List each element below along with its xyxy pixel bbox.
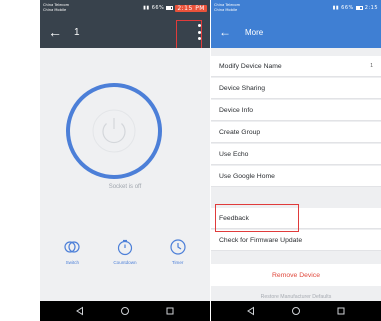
menu-item-label: Modify Device Name bbox=[219, 62, 282, 70]
carrier-label: China Mobile bbox=[43, 8, 67, 12]
toggle-icon bbox=[64, 241, 80, 253]
recents-square-icon[interactable] bbox=[336, 306, 346, 316]
page-title: More bbox=[245, 27, 264, 37]
socket-status: Socket is off bbox=[108, 184, 142, 190]
menu-item-check-firmware-update[interactable]: Check for Firmware Update bbox=[211, 230, 381, 251]
control-bar: Switch Countdown Timer bbox=[40, 238, 210, 265]
menu-item-label: Device Sharing bbox=[219, 84, 266, 92]
timer-button[interactable]: Timer bbox=[158, 238, 198, 265]
countdown-icon bbox=[117, 239, 133, 256]
clock-icon bbox=[170, 239, 186, 255]
menu-item-value: 1 bbox=[370, 63, 373, 69]
home-circle-icon[interactable] bbox=[120, 306, 130, 316]
clock-time: 2:15 PM bbox=[175, 4, 207, 12]
control-label: Countdown bbox=[113, 260, 137, 265]
battery-percent: 66% bbox=[341, 5, 354, 11]
clock-time: 2:15 bbox=[364, 5, 378, 11]
system-nav-bar bbox=[40, 301, 210, 321]
device-screen: China Telecom China Mobile ▮▮ 66% 2:15 P… bbox=[40, 0, 210, 321]
restore-defaults-button[interactable]: Restore Manufacturer Defaults bbox=[211, 294, 381, 300]
highlight-box bbox=[215, 204, 299, 232]
device-panel: Socket is off Switch Countdown Timer bbox=[40, 48, 210, 301]
settings-list: Modify Device Name 1 Device Sharing Devi… bbox=[211, 48, 381, 301]
arrow-left-icon[interactable]: ← bbox=[48, 24, 62, 40]
more-screen: China Telecom China Mobile ▮▮ 66% 2:15 ←… bbox=[211, 0, 381, 321]
menu-item-label: Device Info bbox=[219, 106, 254, 114]
battery-percent: 66% bbox=[151, 5, 165, 11]
menu-item-device-sharing[interactable]: Device Sharing bbox=[211, 78, 381, 99]
menu-item-device-info[interactable]: Device Info bbox=[211, 100, 381, 121]
recents-square-icon[interactable] bbox=[165, 306, 175, 316]
app-header: ← More bbox=[211, 16, 381, 48]
back-triangle-icon[interactable] bbox=[246, 306, 256, 316]
status-bar: China Telecom China Mobile ▮▮ 66% 2:15 bbox=[211, 0, 381, 16]
carrier-label: China Mobile bbox=[214, 8, 238, 12]
menu-item-create-group[interactable]: Create Group bbox=[211, 122, 381, 143]
home-circle-icon[interactable] bbox=[291, 306, 301, 316]
switch-button[interactable]: Switch bbox=[52, 238, 92, 265]
menu-item-use-google-home[interactable]: Use Google Home bbox=[211, 166, 381, 187]
menu-item-label: Create Group bbox=[219, 128, 261, 136]
menu-item-label: Use Echo bbox=[219, 150, 249, 158]
device-title: 1 bbox=[74, 26, 80, 38]
countdown-button[interactable]: Countdown bbox=[105, 238, 145, 265]
menu-item-use-echo[interactable]: Use Echo bbox=[211, 144, 381, 165]
battery-icon bbox=[166, 6, 174, 10]
remove-device-button[interactable]: Remove Device bbox=[211, 264, 381, 286]
system-nav-bar bbox=[211, 301, 381, 321]
signal-icon: ▮▮ bbox=[332, 5, 340, 11]
control-label: Switch bbox=[65, 260, 80, 265]
menu-item-label: Check for Firmware Update bbox=[219, 236, 303, 244]
power-icon[interactable] bbox=[92, 109, 136, 153]
arrow-left-icon[interactable]: ← bbox=[219, 25, 231, 39]
status-bar: China Telecom China Mobile ▮▮ 66% 2:15 P… bbox=[40, 0, 210, 16]
menu-item-modify-device-name[interactable]: Modify Device Name 1 bbox=[211, 56, 381, 77]
battery-icon bbox=[355, 6, 363, 10]
menu-item-label: Use Google Home bbox=[219, 172, 275, 180]
signal-icon: ▮▮ bbox=[143, 5, 150, 11]
back-triangle-icon[interactable] bbox=[75, 306, 85, 316]
control-label: Timer bbox=[171, 260, 184, 265]
